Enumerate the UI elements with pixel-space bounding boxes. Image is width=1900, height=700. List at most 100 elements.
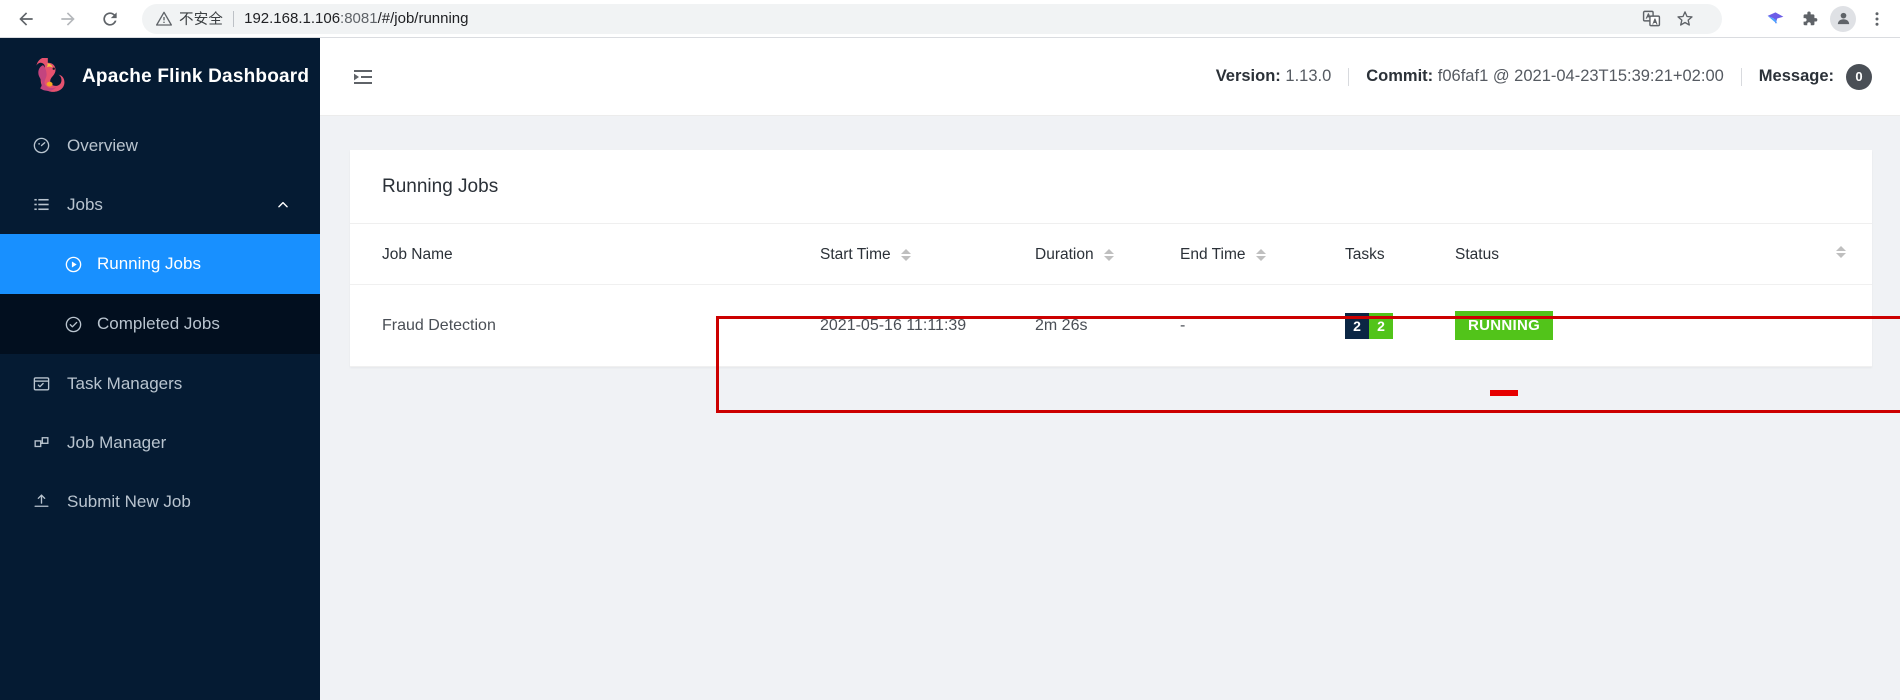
- extensions-button[interactable]: [1792, 3, 1826, 35]
- omnibox-divider: [233, 10, 235, 27]
- card-header: Running Jobs: [350, 150, 1872, 224]
- table-body: Fraud Detection 2021-05-16 11:11:39 2m 2…: [350, 284, 1872, 367]
- column-label: Start Time: [820, 246, 891, 263]
- sidebar-item-label: Submit New Job: [67, 491, 191, 511]
- list-icon: [30, 195, 52, 214]
- page-title: Running Jobs: [382, 175, 499, 197]
- status-badge: RUNNING: [1455, 311, 1554, 340]
- sidebar-item-label: Completed Jobs: [97, 314, 220, 333]
- address-bar[interactable]: 不安全 192.168.1.106:8081/#/job/running: [142, 3, 1722, 35]
- meta-divider: [1740, 67, 1742, 86]
- browser-toolbar: 不安全 192.168.1.106:8081/#/job/running: [0, 0, 1900, 38]
- profile-avatar-icon: [1830, 5, 1856, 32]
- url-host: 192.168.1.106: [244, 10, 341, 27]
- cell-job-name[interactable]: Fraud Detection: [350, 284, 820, 367]
- sort-toggle-start-time[interactable]: [900, 248, 911, 261]
- commit-value: f06faf1 @ 2021-04-23T15:39:21+02:00: [1437, 67, 1724, 85]
- browser-extension-area: [1758, 3, 1900, 35]
- sidebar-item-task-managers[interactable]: Task Managers: [0, 354, 320, 413]
- back-arrow-icon: [19, 11, 33, 26]
- sort-toggle-end-time[interactable]: [1255, 248, 1266, 261]
- flink-dashboard: Apache Flink Dashboard Overview Jobs Run…: [0, 38, 1900, 700]
- sidebar-item-running-jobs[interactable]: Running Jobs: [0, 234, 320, 294]
- main-content: Version: 1.13.0 Commit: f06faf1 @ 2021-0…: [320, 38, 1900, 700]
- task-badge-running: 2: [1369, 312, 1393, 339]
- column-header-start-time[interactable]: Start Time: [820, 224, 1035, 285]
- cell-tasks: 2 2: [1345, 284, 1455, 367]
- flink-squirrel-logo: [36, 58, 65, 92]
- security-status-label: 不安全: [179, 12, 224, 28]
- column-label: Tasks: [1345, 246, 1385, 263]
- forward-button[interactable]: [50, 3, 86, 35]
- column-header-end-time[interactable]: End Time: [1180, 224, 1345, 285]
- forward-arrow-icon: [61, 11, 75, 26]
- sidebar-item-label: Jobs: [67, 194, 103, 214]
- sort-toggle-status[interactable]: [1836, 246, 1846, 258]
- profile-button[interactable]: [1826, 3, 1860, 35]
- running-jobs-table: Job Name Start Time Duration End Time Ta…: [350, 224, 1872, 367]
- bookmark-star-icon: [1677, 10, 1693, 26]
- reload-button[interactable]: [92, 3, 128, 35]
- cell-end-time: -: [1180, 284, 1345, 367]
- version-value: 1.13.0: [1285, 67, 1332, 85]
- check-circle-icon: [62, 315, 84, 334]
- column-header-status[interactable]: Status: [1455, 224, 1872, 285]
- column-label: Job Name: [382, 246, 453, 263]
- sidebar-toggle-button[interactable]: [346, 60, 380, 94]
- sidebar-item-submit-new-job[interactable]: Submit New Job: [0, 472, 320, 531]
- version-label: Version:: [1215, 67, 1281, 85]
- url-text: 192.168.1.106:8081/#/job/running: [244, 10, 468, 27]
- chrome-menu-icon: [1875, 11, 1879, 26]
- warning-triangle-icon: [156, 11, 172, 27]
- chevron-up-icon: [276, 198, 290, 212]
- column-label: End Time: [1180, 246, 1246, 263]
- annotation-underline: [1490, 390, 1518, 396]
- message-count-badge[interactable]: 0: [1846, 63, 1872, 90]
- brand-header[interactable]: Apache Flink Dashboard: [0, 38, 320, 116]
- cell-status: RUNNING: [1455, 284, 1872, 367]
- translate-button[interactable]: [1634, 3, 1668, 35]
- column-label: Duration: [1035, 246, 1094, 263]
- cell-start-time: 2021-05-16 11:11:39: [820, 284, 1035, 367]
- sidebar-item-label: Job Manager: [67, 432, 167, 452]
- sidebar-item-job-manager[interactable]: Job Manager: [0, 413, 320, 472]
- url-path: /#/job/running: [377, 10, 469, 27]
- column-header-job-name[interactable]: Job Name: [350, 224, 820, 285]
- top-bar: Version: 1.13.0 Commit: f06faf1 @ 2021-0…: [320, 38, 1900, 116]
- upload-icon: [30, 492, 52, 511]
- sidebar: Apache Flink Dashboard Overview Jobs Run…: [0, 38, 320, 700]
- message-label: Message:: [1758, 67, 1834, 85]
- sidebar-item-overview[interactable]: Overview: [0, 116, 320, 175]
- url-port: :8081: [340, 10, 378, 27]
- task-badges: 2 2: [1345, 312, 1393, 339]
- translate-icon: [1642, 10, 1660, 27]
- dashboard-icon: [30, 136, 52, 155]
- menu-fold-icon: [354, 69, 372, 84]
- running-jobs-card: Running Jobs Job Name Start Time Duratio…: [350, 150, 1872, 367]
- browser-nav-buttons: [0, 3, 128, 35]
- chrome-menu-button[interactable]: [1860, 3, 1894, 35]
- sort-toggle-duration[interactable]: [1103, 248, 1114, 261]
- brand-title: Apache Flink Dashboard: [82, 66, 310, 87]
- job-manager-icon: [30, 433, 52, 452]
- play-circle-icon: [62, 255, 84, 274]
- sidebar-item-jobs[interactable]: Jobs: [0, 175, 320, 234]
- table-header: Job Name Start Time Duration End Time Ta…: [350, 224, 1872, 285]
- omnibox-actions: [1634, 3, 1708, 35]
- column-label: Status: [1455, 246, 1499, 263]
- sidebar-item-label: Overview: [67, 135, 138, 155]
- commit-label: Commit:: [1366, 67, 1434, 85]
- column-header-tasks[interactable]: Tasks: [1345, 224, 1455, 285]
- jobs-submenu: Running Jobs Completed Jobs: [0, 234, 320, 354]
- cluster-meta: Version: 1.13.0 Commit: f06faf1 @ 2021-0…: [1215, 63, 1872, 90]
- extension-bird-button[interactable]: [1758, 3, 1792, 35]
- back-button[interactable]: [8, 3, 44, 35]
- task-manager-icon: [30, 374, 52, 393]
- meta-divider: [1348, 67, 1350, 86]
- extensions-puzzle-icon: [1803, 11, 1818, 25]
- column-header-duration[interactable]: Duration: [1035, 224, 1180, 285]
- table-row[interactable]: Fraud Detection 2021-05-16 11:11:39 2m 2…: [350, 284, 1872, 367]
- sidebar-item-completed-jobs[interactable]: Completed Jobs: [0, 294, 320, 354]
- bookmark-button[interactable]: [1668, 3, 1702, 35]
- sidebar-item-label: Task Managers: [67, 373, 183, 393]
